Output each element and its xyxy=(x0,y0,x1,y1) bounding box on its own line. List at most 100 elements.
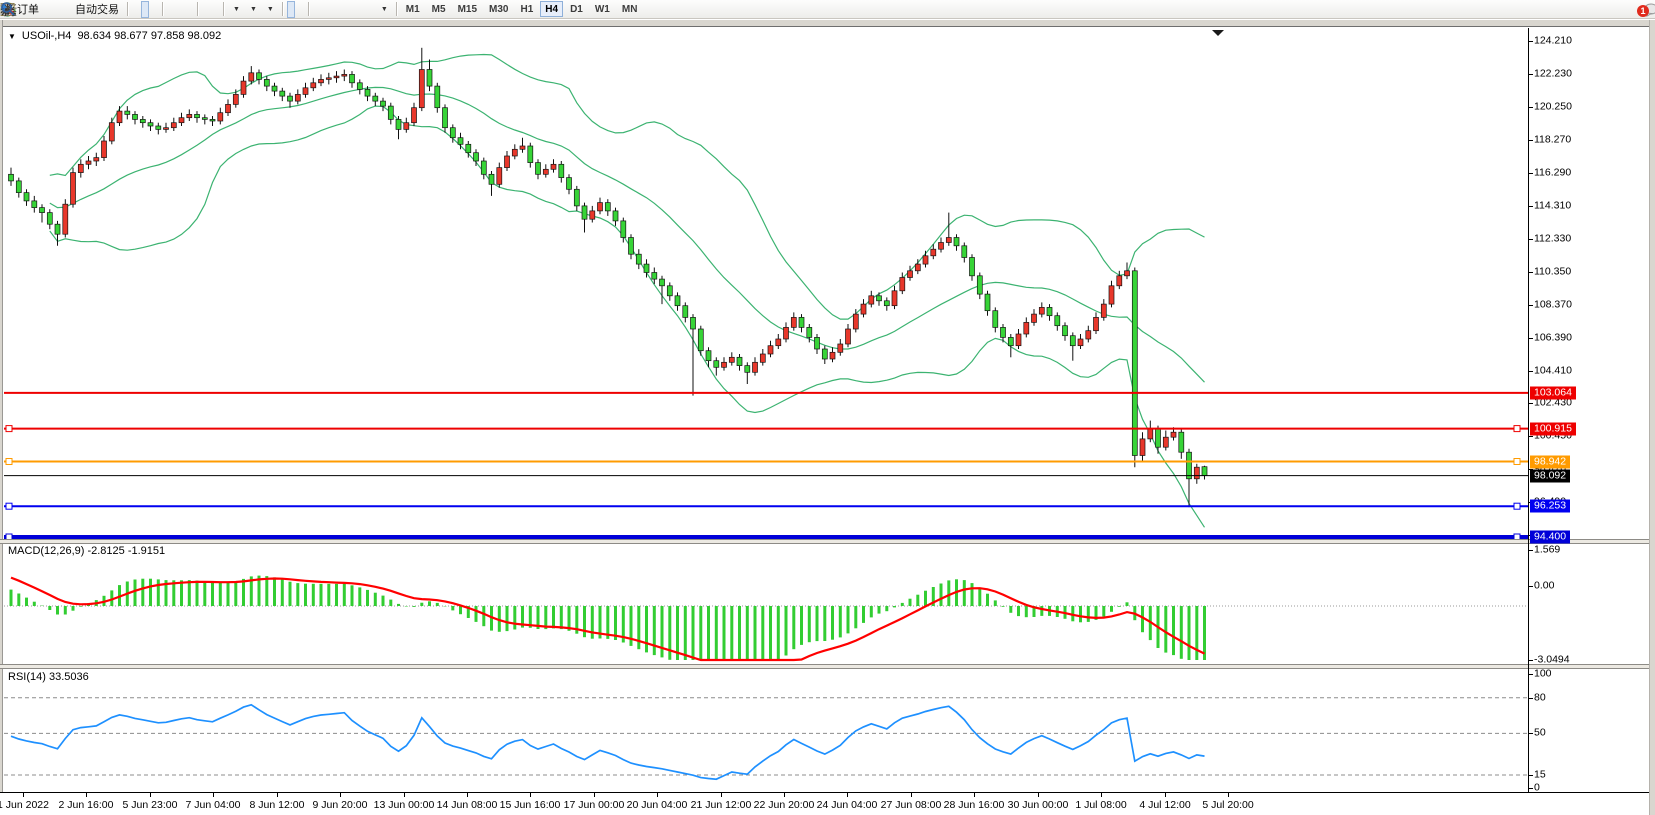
macd-axis-tick xyxy=(1528,660,1533,661)
chart-shift-button[interactable] xyxy=(211,1,219,18)
timeframe-m1-button[interactable]: M1 xyxy=(401,1,425,17)
auto-trading-button[interactable]: 自动交易 xyxy=(71,1,123,18)
dropdown-caret-icon: ▼ xyxy=(267,6,274,13)
fibonacci-tool-button[interactable]: F xyxy=(349,1,357,18)
rsi-label: RSI(14) 33.5036 xyxy=(8,671,89,683)
timeframe-w1-button[interactable]: W1 xyxy=(590,1,615,17)
time-axis-label: 20 Jun 04:00 xyxy=(627,799,688,811)
time-tick xyxy=(911,793,912,797)
price-level-badge: 98.092 xyxy=(1530,469,1570,482)
price-level-badge: 100.915 xyxy=(1530,422,1576,435)
time-tick xyxy=(657,793,658,797)
text-tool-button[interactable]: A xyxy=(358,1,366,18)
toolbar-separator xyxy=(127,2,128,16)
price-axis-label: 110.350 xyxy=(1534,265,1571,278)
time-tick xyxy=(594,793,595,797)
macd-axis-label: 1.569 xyxy=(1534,544,1560,557)
timeframe-m30-button[interactable]: M30 xyxy=(484,1,513,17)
window-right-edge xyxy=(1649,20,1655,815)
price-tick xyxy=(1528,206,1533,207)
zoom-out-button[interactable] xyxy=(176,1,184,18)
toolbar-separator xyxy=(396,2,397,16)
time-axis-label: 28 Jun 16:00 xyxy=(944,799,1005,811)
metaquotes-gem-icon[interactable] xyxy=(44,1,52,18)
price-tick xyxy=(1528,305,1533,306)
time-tick xyxy=(277,793,278,797)
toolbar-separator xyxy=(282,2,283,16)
timeframe-h1-button[interactable]: H1 xyxy=(515,1,538,17)
tile-windows-button[interactable] xyxy=(185,1,193,18)
line-chart-mode-button[interactable] xyxy=(150,1,158,18)
zoom-in-button[interactable] xyxy=(167,1,175,18)
time-axis-label: 24 Jun 04:00 xyxy=(817,799,878,811)
rsi-axis-label: 100 xyxy=(1534,668,1552,681)
vertical-line-tool-button[interactable] xyxy=(313,1,321,18)
price-tick xyxy=(1528,338,1533,339)
price-axis-label: 104.410 xyxy=(1534,364,1572,377)
time-tick xyxy=(150,793,151,797)
notification-badge: 1 xyxy=(1637,5,1649,17)
indicators-add-button[interactable]: ▼ xyxy=(228,1,244,18)
horizontal-line-tool-button[interactable] xyxy=(322,1,330,18)
time-axis-label: 15 Jun 16:00 xyxy=(500,799,561,811)
rsi-axis-tick xyxy=(1528,674,1533,675)
notifications-button[interactable]: 1 xyxy=(1639,1,1647,18)
templates-button[interactable]: ▼ xyxy=(262,1,278,18)
price-tick xyxy=(1528,140,1533,141)
time-tick xyxy=(847,793,848,797)
time-tick xyxy=(86,793,87,797)
timeframe-m5-button[interactable]: M5 xyxy=(427,1,451,17)
auto-scroll-button[interactable] xyxy=(202,1,210,18)
rsi-axis-tick xyxy=(1528,733,1533,734)
price-tick xyxy=(1528,41,1533,42)
timeframe-d1-button[interactable]: D1 xyxy=(565,1,588,17)
price-tick xyxy=(1528,436,1533,437)
time-axis[interactable]: 1 Jun 20222 Jun 16:005 Jun 23:007 Jun 04… xyxy=(0,793,1649,815)
symbol-period-label: USOil-,H4 xyxy=(22,30,72,42)
time-axis-label: 8 Jun 12:00 xyxy=(250,799,305,811)
timeframe-m15-button[interactable]: M15 xyxy=(453,1,482,17)
text-label-tool-button[interactable]: T xyxy=(367,1,375,18)
arrows-tool-button[interactable]: ▼ xyxy=(376,1,392,18)
chart-shift-marker xyxy=(1212,30,1224,36)
time-tick xyxy=(721,793,722,797)
time-axis-label: 7 Jun 04:00 xyxy=(186,799,241,811)
time-tick xyxy=(340,793,341,797)
time-tick xyxy=(1101,793,1102,797)
macd-axis-label: 0.00 xyxy=(1534,580,1554,593)
signals-button[interactable] xyxy=(62,1,70,18)
community-button[interactable] xyxy=(53,1,61,18)
price-level-badge: 96.253 xyxy=(1530,500,1570,513)
bar-chart-mode-button[interactable] xyxy=(132,1,140,18)
time-axis-label: 21 Jun 12:00 xyxy=(691,799,752,811)
rsi-panel-canvas[interactable] xyxy=(0,670,1529,792)
cursor-tool-button[interactable] xyxy=(287,1,295,18)
toolbar-separator xyxy=(308,2,309,16)
price-axis-label: 116.290 xyxy=(1534,166,1571,179)
chevron-down-icon[interactable]: ▼ xyxy=(8,32,16,41)
timeframe-h4-button[interactable]: H4 xyxy=(540,1,563,17)
search-icon xyxy=(0,1,16,17)
time-axis-label: 5 Jul 20:00 xyxy=(1202,799,1253,811)
dropdown-caret-icon: ▼ xyxy=(381,6,388,13)
price-chart-canvas[interactable] xyxy=(0,28,1529,540)
crosshair-tool-button[interactable] xyxy=(296,1,304,18)
price-axis-label: 106.390 xyxy=(1534,331,1572,344)
rsi-line xyxy=(11,705,1205,779)
time-axis-label: 2 Jun 16:00 xyxy=(59,799,114,811)
panel-separator[interactable] xyxy=(0,664,1649,669)
trendline-tool-button[interactable] xyxy=(331,1,339,18)
time-axis-label: 27 Jun 08:00 xyxy=(881,799,942,811)
channel-tool-button[interactable]: E xyxy=(340,1,348,18)
price-axis-label: 114.310 xyxy=(1534,199,1571,212)
time-tick xyxy=(530,793,531,797)
macd-panel-canvas[interactable] xyxy=(0,544,1529,664)
time-axis-label: 30 Jun 00:00 xyxy=(1008,799,1069,811)
time-axis-label: 22 Jun 20:00 xyxy=(754,799,815,811)
timeframe-mn-button[interactable]: MN xyxy=(617,1,643,17)
candlestick-mode-button[interactable] xyxy=(141,1,149,18)
price-tick xyxy=(1528,173,1533,174)
time-tick xyxy=(1228,793,1229,797)
macd-histogram xyxy=(11,576,1205,660)
periods-button[interactable]: ▼ xyxy=(245,1,261,18)
